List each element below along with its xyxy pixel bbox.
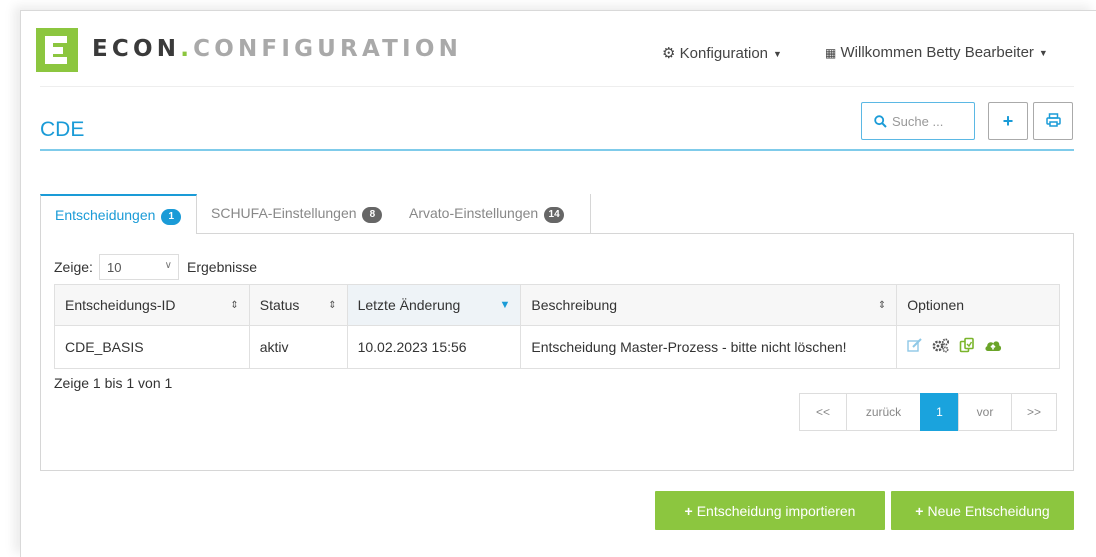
results-info: Zeige 1 bis 1 von 1 bbox=[54, 375, 173, 391]
cloud-upload-icon[interactable] bbox=[984, 338, 1002, 356]
tab-label: Arvato-Einstellungen bbox=[409, 205, 539, 221]
tab-count-badge: 8 bbox=[362, 207, 383, 223]
search-placeholder: Suche ... bbox=[892, 114, 944, 129]
caret-down-icon: ▼ bbox=[773, 49, 782, 60]
page-size-value: 10 bbox=[107, 260, 122, 275]
column-header-options: Optionen bbox=[896, 284, 1060, 326]
plus-icon: + bbox=[1002, 110, 1014, 131]
first-page-button[interactable]: << bbox=[799, 393, 847, 431]
gear-icon: ⚙ bbox=[662, 45, 676, 62]
import-decision-button[interactable]: + Entscheidung importieren bbox=[655, 491, 885, 530]
show-label: Zeige: bbox=[54, 259, 93, 275]
econ-logo[interactable] bbox=[36, 28, 78, 72]
page-title: CDE bbox=[40, 118, 85, 141]
tab-count-badge: 1 bbox=[161, 209, 182, 225]
configuration-menu[interactable]: ⚙ Konfiguration ▼ bbox=[662, 44, 782, 62]
column-header-label: Status bbox=[259, 297, 300, 313]
sort-icon: ⇕ bbox=[877, 299, 887, 311]
next-page-button[interactable]: vor bbox=[958, 393, 1012, 431]
sort-desc-icon: ▼ bbox=[499, 299, 511, 311]
user-menu[interactable]: ▦ Willkommen Betty Bearbeiter ▼ bbox=[825, 44, 1048, 61]
results-label: Ergebnisse bbox=[187, 259, 258, 275]
cell-options bbox=[896, 325, 1060, 369]
last-page-button[interactable]: >> bbox=[1011, 393, 1057, 431]
table-header-row: Entscheidungs-ID ⇕ Status ⇕ Letzte Änderun… bbox=[54, 284, 1060, 326]
print-button[interactable] bbox=[1033, 102, 1073, 140]
table-row[interactable]: CDE_BASIS aktiv 10.02.2023 15:56 Entsche… bbox=[54, 325, 1060, 369]
decisions-table: Entscheidungs-ID ⇕ Status ⇕ Letzte Änderun… bbox=[54, 284, 1060, 369]
sort-icon: ⇕ bbox=[328, 299, 337, 311]
page-size-select[interactable]: 10 ∨ bbox=[99, 254, 179, 280]
grid-icon: ▦ bbox=[825, 46, 837, 60]
add-button[interactable]: + bbox=[988, 102, 1028, 140]
print-icon bbox=[1045, 111, 1061, 132]
title-underline bbox=[40, 149, 1074, 151]
chevron-down-icon: ∨ bbox=[164, 260, 172, 271]
copy-icon[interactable] bbox=[959, 337, 975, 357]
edit-icon[interactable] bbox=[907, 337, 923, 357]
pagination: << zurück 1 vor >> bbox=[799, 393, 1057, 431]
page-1-button[interactable]: 1 bbox=[920, 393, 959, 431]
cell-status: aktiv bbox=[248, 325, 348, 369]
column-header-label: Entscheidungs-ID bbox=[65, 297, 176, 313]
column-header-description[interactable]: Beschreibung ⇕ bbox=[520, 284, 898, 326]
tab-divider bbox=[590, 194, 591, 233]
tab-label: Entscheidungen bbox=[55, 207, 156, 223]
new-decision-label: Neue Entscheidung bbox=[927, 502, 1050, 519]
cell-description: Entscheidung Master-Prozess - bitte nich… bbox=[520, 325, 898, 369]
tab-arvato-einstellungen[interactable]: Arvato-Einstellungen 14 bbox=[409, 194, 565, 233]
brand-dot: . bbox=[180, 36, 194, 62]
column-header-id[interactable]: Entscheidungs-ID ⇕ bbox=[54, 284, 250, 326]
search-input[interactable]: Suche ... bbox=[861, 102, 975, 140]
tab-count-badge: 14 bbox=[544, 207, 565, 223]
tab-schufa-einstellungen[interactable]: SCHUFA-Einstellungen 8 bbox=[211, 194, 383, 233]
column-header-last-changed[interactable]: Letzte Änderung ▼ bbox=[346, 284, 522, 326]
brand-part-2: CONFIGURATION bbox=[193, 36, 463, 62]
brand-wordmark: ECON.CONFIGURATION bbox=[92, 36, 462, 62]
user-menu-label: Willkommen Betty Bearbeiter bbox=[840, 44, 1034, 61]
tab-entscheidungen[interactable]: Entscheidungen 1 bbox=[40, 194, 197, 234]
search-icon bbox=[874, 115, 887, 131]
prev-page-button[interactable]: zurück bbox=[846, 393, 921, 431]
new-decision-button[interactable]: + Neue Entscheidung bbox=[891, 491, 1074, 530]
settings-icon[interactable] bbox=[932, 338, 950, 357]
plus-icon: + bbox=[915, 502, 924, 519]
column-header-label: Optionen bbox=[907, 297, 965, 313]
caret-down-icon: ▼ bbox=[1038, 48, 1048, 59]
column-header-label: Beschreibung bbox=[531, 297, 618, 313]
import-decision-label: Entscheidung importieren bbox=[696, 502, 856, 519]
column-header-status[interactable]: Status ⇕ bbox=[248, 284, 348, 326]
tab-label: SCHUFA-Einstellungen bbox=[211, 205, 357, 221]
column-header-label: Letzte Änderung bbox=[357, 297, 461, 313]
cell-last-changed: 10.02.2023 15:56 bbox=[346, 325, 522, 369]
sort-icon: ⇕ bbox=[230, 299, 239, 311]
brand-part-1: ECON bbox=[92, 36, 181, 62]
header-divider bbox=[40, 86, 1074, 87]
cell-id: CDE_BASIS bbox=[54, 325, 250, 369]
plus-icon: + bbox=[684, 502, 693, 519]
configuration-menu-label: Konfiguration bbox=[679, 45, 769, 62]
